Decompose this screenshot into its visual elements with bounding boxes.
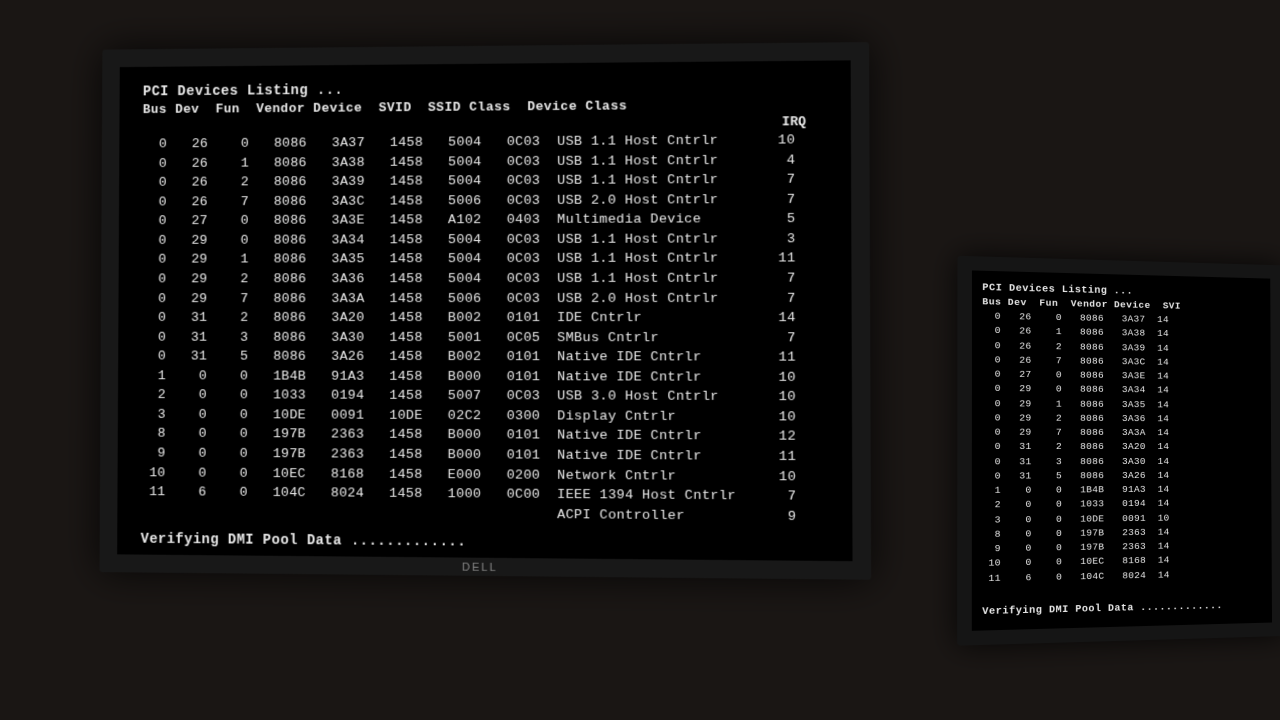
table-row: 0 29 2 8086 3A36 1458 5004 0C03 USB 1.1 … bbox=[142, 269, 827, 289]
table-row: 0 31 3 8086 3A30 1458 5001 0C05 SMBus Cn… bbox=[142, 328, 827, 348]
dmi-status-text: Verifying DMI Pool Data ............. bbox=[141, 532, 828, 554]
table-row: 0 31 2 8086 3A20 1458 B002 0101 IDE Cntr… bbox=[142, 309, 827, 329]
table-row: 0 29 7 8086 3A3A 14 bbox=[982, 425, 1261, 440]
table-row: 0 31 2 8086 3A20 14 bbox=[982, 440, 1261, 455]
table-row: 0 29 7 8086 3A3A 1458 5006 0C03 USB 2.0 … bbox=[142, 289, 827, 309]
table-row: 0 31 5 8086 3A26 14 bbox=[982, 468, 1262, 483]
table-row: 0 26 7 8086 3A3C 1458 5006 0C03 USB 2.0 … bbox=[142, 190, 826, 212]
table-row: 0 31 5 8086 3A26 1458 B002 0101 Native I… bbox=[142, 348, 828, 369]
table-row: 1 0 0 1B4B 91A3 1458 B000 0101 Native ID… bbox=[141, 367, 827, 388]
dmi-status-text: Verifying DMI Pool Data ............. bbox=[982, 600, 1262, 618]
device-table: 0 26 0 8086 3A37 1458 5004 0C03 USB 1.1 … bbox=[141, 131, 828, 527]
table-row: 0 29 0 8086 3A34 1458 5004 0C03 USB 1.1 … bbox=[142, 230, 827, 251]
table-row: 0 27 0 8086 3A3E 1458 A102 0403 Multimed… bbox=[142, 210, 826, 232]
irq-column-header: IRQ bbox=[143, 114, 827, 134]
table-row: 0 29 1 8086 3A35 14 bbox=[982, 396, 1261, 412]
bios-screen-secondary: PCI Devices Listing ... Bus Dev Fun Vend… bbox=[957, 256, 1280, 646]
device-table: 0 26 0 8086 3A37 14 0 26 1 8086 3A38 14 … bbox=[982, 309, 1262, 600]
monitor-brand-logo: DELL bbox=[462, 562, 498, 574]
table-row: 0 26 2 8086 3A39 1458 5004 0C03 USB 1.1 … bbox=[142, 171, 826, 194]
table-row: ACPI Controller 9 bbox=[141, 503, 828, 528]
table-row: 0 29 1 8086 3A35 1458 5004 0C03 USB 1.1 … bbox=[142, 250, 827, 271]
bios-screen-primary: PCI Devices Listing ... Bus Dev Fun Vend… bbox=[100, 42, 872, 580]
table-row: 2 0 0 1033 0194 1458 5007 0C03 USB 3.0 H… bbox=[141, 386, 827, 408]
table-row: 0 29 0 8086 3A34 14 bbox=[982, 382, 1261, 399]
table-row: 0 31 3 8086 3A30 14 bbox=[982, 454, 1261, 469]
table-row: 0 29 2 8086 3A36 14 bbox=[982, 411, 1261, 427]
